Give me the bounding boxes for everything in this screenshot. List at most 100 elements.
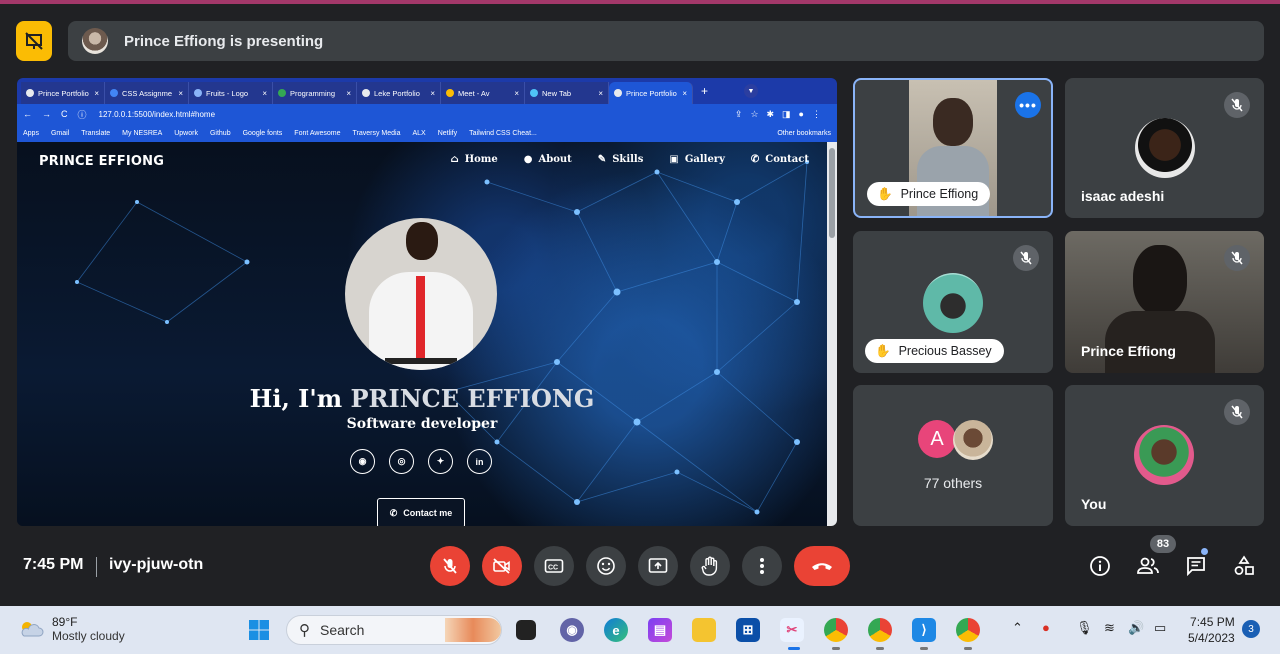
tab-label: Prince Portfolio [38, 88, 89, 98]
close-icon[interactable]: × [346, 89, 351, 98]
forward-icon[interactable]: → [42, 109, 51, 119]
running-app-indicator [964, 647, 972, 650]
page-scrollbar[interactable] [827, 142, 837, 526]
new-tab-icon[interactable]: + [693, 84, 716, 98]
activities-button[interactable] [1232, 554, 1256, 578]
browser-tab[interactable]: Programming × [273, 82, 357, 104]
task-view-icon[interactable] [516, 620, 536, 640]
reload-icon[interactable]: C [61, 109, 68, 119]
url-field[interactable]: 127.0.0.1:5500/index.html#home [99, 110, 216, 119]
present-now-button[interactable] [638, 546, 678, 586]
more-options-icon[interactable]: ••• [1015, 92, 1041, 118]
weather-widget[interactable]: 89°F Mostly cloudy [18, 615, 125, 643]
tray-app-icon[interactable]: ● [1042, 620, 1050, 635]
bookmark-item[interactable]: Netlify [438, 130, 457, 137]
raised-hand-chip: ✋ Prince Effiong [867, 182, 991, 206]
contact-me-button[interactable]: ✆ Contact me [377, 498, 465, 526]
bookmark-item[interactable]: Google fonts [243, 130, 283, 137]
file-explorer-icon[interactable] [692, 618, 716, 642]
participant-tile-presenter[interactable]: ••• ✋ Prince Effiong [853, 78, 1053, 218]
taskbar-clock[interactable]: 7:45 PM 5/4/2023 [1188, 614, 1235, 646]
linkedin-icon[interactable]: in [467, 449, 492, 474]
people-button[interactable] [1136, 554, 1160, 578]
store-icon[interactable]: ⊞ [736, 618, 760, 642]
reactions-button[interactable] [586, 546, 626, 586]
close-icon[interactable]: × [262, 89, 267, 98]
bookmark-item[interactable]: Apps [23, 130, 39, 137]
teams-chat-icon[interactable]: ◉ [560, 618, 584, 642]
site-nav-contact[interactable]: ✆ Contact [751, 154, 809, 165]
other-bookmarks[interactable]: Other bookmarks [777, 130, 837, 137]
chevron-up-icon[interactable]: ⌃ [1012, 620, 1023, 636]
bookmark-item[interactable]: My NESREA [122, 130, 162, 137]
clipchamp-icon[interactable]: ▤ [648, 618, 672, 642]
leave-call-button[interactable] [794, 546, 850, 586]
running-app-indicator [920, 647, 928, 650]
site-nav-skills[interactable]: ✎ Skills [598, 154, 644, 165]
browser-tab[interactable]: New Tab × [525, 82, 609, 104]
close-icon[interactable]: × [94, 89, 99, 98]
battery-icon[interactable]: ▭ [1154, 620, 1166, 636]
bookmark-item[interactable]: ALX [412, 130, 425, 137]
taskbar-search[interactable]: ⚲ Search [286, 615, 502, 645]
chevron-down-icon[interactable]: ▼ [744, 84, 759, 98]
camera-toggle-button[interactable] [482, 546, 522, 586]
bookmark-item[interactable]: Upwork [174, 130, 198, 137]
volume-icon[interactable]: 🔊 [1128, 620, 1144, 636]
browser-toolbar-icons[interactable]: ⇪☆✱◨●⋮ [735, 109, 837, 120]
windows-start-icon[interactable] [247, 618, 271, 642]
browser-tab-active[interactable]: Prince Portfolio × [609, 82, 693, 104]
close-icon[interactable]: × [598, 89, 603, 98]
browser-tab[interactable]: Leke Portfolio × [357, 82, 441, 104]
close-icon[interactable]: × [430, 89, 435, 98]
browser-tab[interactable]: CSS Assignme × [105, 82, 189, 104]
site-nav-about[interactable]: ● About [524, 154, 572, 165]
participant-tile[interactable]: ✋ Precious Bassey [853, 231, 1053, 373]
more-options-button[interactable] [742, 546, 782, 586]
close-icon[interactable]: × [178, 89, 183, 98]
social-links: ◉ ◎ ✦ in [350, 449, 492, 474]
chrome-icon[interactable] [824, 618, 848, 642]
bookmark-item[interactable]: Translate [81, 130, 110, 137]
stop-presentation-view-button[interactable] [16, 21, 52, 61]
bookmark-item[interactable]: Tailwind CSS Cheat... [469, 130, 537, 137]
close-icon[interactable]: × [682, 89, 687, 98]
notification-badge[interactable]: 3 [1242, 620, 1260, 638]
participant-tile[interactable]: isaac adeshi [1065, 78, 1264, 218]
browser-tab[interactable]: Meet - Av × [441, 82, 525, 104]
bookmark-item[interactable]: Traversy Media [352, 130, 400, 137]
twitter-icon[interactable]: ✦ [428, 449, 453, 474]
others-tile[interactable]: A 77 others [853, 385, 1053, 526]
chat-button[interactable] [1184, 554, 1208, 578]
participant-tile[interactable]: Prince Effiong [1065, 231, 1264, 373]
bookmark-item[interactable]: Github [210, 130, 231, 137]
info-icon[interactable]: ⓘ [78, 108, 87, 121]
captions-button[interactable]: CC [534, 546, 574, 586]
meeting-details-button[interactable] [1088, 554, 1112, 578]
close-icon[interactable]: × [514, 89, 519, 98]
snipping-tool-icon[interactable]: ✂ [780, 618, 804, 642]
bookmark-item[interactable]: Gmail [51, 130, 69, 137]
chrome-second-icon[interactable] [956, 618, 980, 642]
site-nav-gallery[interactable]: ▣ Gallery [669, 154, 725, 165]
wifi-icon[interactable]: ≋ [1104, 620, 1115, 636]
vscode-icon[interactable]: ⟩ [912, 618, 936, 642]
browser-tab[interactable]: Prince Portfolio × [21, 82, 105, 104]
hero-greeting: Hi, I'm [249, 384, 343, 413]
raise-hand-button[interactable] [690, 546, 730, 586]
browser-tab[interactable]: Fruits - Logo × [189, 82, 273, 104]
self-tile[interactable]: You [1065, 385, 1264, 526]
microphone-icon[interactable]: 🎙 [1076, 620, 1093, 636]
instagram-icon[interactable]: ◎ [389, 449, 414, 474]
site-nav-home[interactable]: ⌂ Home [450, 154, 497, 165]
emoji-icon [597, 557, 615, 575]
chrome-profile-icon[interactable] [868, 618, 892, 642]
scrollbar-thumb[interactable] [829, 148, 835, 238]
back-icon[interactable]: ← [23, 109, 32, 119]
presenting-text: Prince Effiong is presenting [124, 32, 324, 50]
edge-icon[interactable]: e [604, 618, 628, 642]
site-brand-logo[interactable]: PRINCE EFFIONG [39, 154, 164, 169]
github-icon[interactable]: ◉ [350, 449, 375, 474]
mic-toggle-button[interactable] [430, 546, 470, 586]
bookmark-item[interactable]: Font Awesome [294, 130, 340, 137]
